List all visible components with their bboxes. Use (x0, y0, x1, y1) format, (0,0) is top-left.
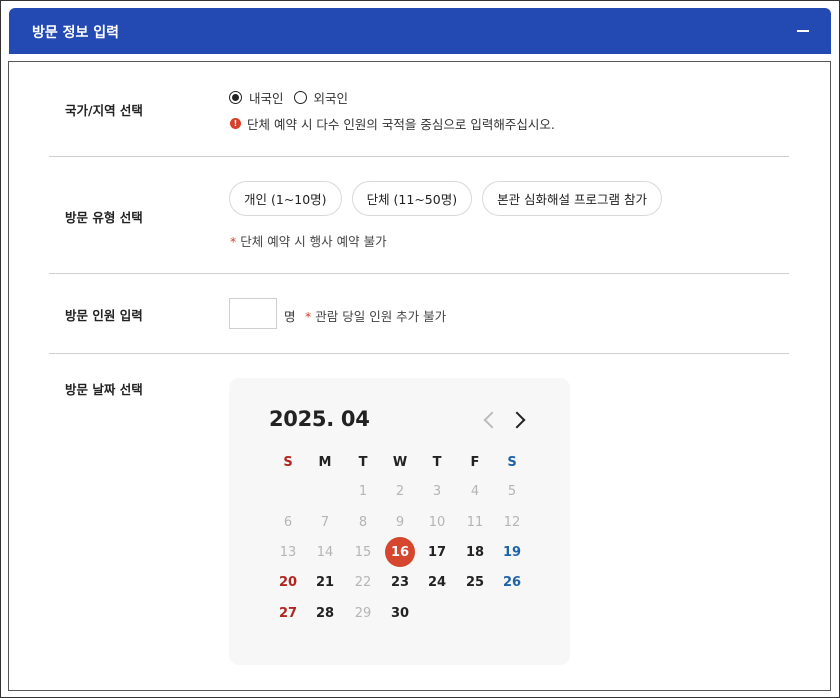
visit-info-form: 방문 정보 입력 국가/지역 선택 내국인 외국인 ! 단체 예약 시 다수 인… (0, 0, 840, 698)
calendar-day: 2 (395, 483, 405, 499)
section-header[interactable]: 방문 정보 입력 (9, 8, 831, 54)
info-icon: ! (230, 118, 241, 129)
visitor-count-note-text: 관람 당일 인원 추가 불가 (315, 309, 447, 324)
date-picker-calendar: 2025. 04 S M T W T F S 1 2 3 4 5 6 7 8 9 10 11 12 13 14 15 16 1… (229, 378, 570, 665)
visit-type-group-button[interactable]: 단체 (11~50명) (351, 181, 473, 216)
weekday-header: S (283, 454, 293, 470)
weekday-header: T (358, 454, 368, 470)
calendar-day[interactable]: 25 (460, 567, 490, 597)
calendar-day: 5 (507, 483, 517, 499)
required-asterisk: * (305, 309, 312, 324)
radio-domestic-label[interactable]: 내국인 (249, 88, 284, 107)
radio-foreign-label[interactable]: 외국인 (314, 88, 349, 107)
weekday-header: W (392, 454, 408, 470)
nationality-info: ! 단체 예약 시 다수 인원의 국적을 중심으로 입력해주십시오. (230, 114, 555, 133)
calendar-day: 3 (432, 483, 442, 499)
calendar-day: 9 (395, 514, 405, 530)
calendar-day: 7 (320, 514, 330, 530)
nationality-label: 국가/지역 선택 (65, 103, 143, 118)
calendar-day: 14 (316, 544, 334, 560)
divider (49, 273, 789, 274)
radio-foreign[interactable] (293, 91, 307, 104)
weekday-header: F (470, 454, 480, 470)
calendar-day-selected[interactable]: 16 (385, 537, 415, 567)
calendar-day[interactable]: 18 (460, 537, 490, 567)
calendar-day[interactable]: 24 (422, 567, 452, 597)
calendar-day[interactable]: 17 (422, 537, 452, 567)
visit-type-label: 방문 유형 선택 (65, 210, 143, 225)
calendar-day: 12 (503, 514, 521, 530)
nationality-info-text: 단체 예약 시 다수 인원의 국적을 중심으로 입력해주십시오. (247, 117, 555, 132)
calendar-day[interactable]: 27 (273, 598, 303, 628)
weekday-header: S (507, 454, 517, 470)
calendar-day[interactable]: 28 (310, 598, 340, 628)
prev-month-chevron-icon[interactable] (483, 411, 501, 429)
calendar-day: 10 (428, 514, 446, 530)
radio-domestic[interactable] (229, 91, 242, 104)
calendar-day: 4 (470, 483, 480, 499)
calendar-day[interactable]: 26 (497, 567, 527, 597)
calendar-day[interactable]: 20 (273, 567, 303, 597)
calendar-day: 29 (354, 605, 372, 621)
visit-type-program-button[interactable]: 본관 심화해설 프로그램 참가 (482, 181, 662, 216)
visitor-count-label: 방문 인원 입력 (65, 308, 143, 323)
visit-type-note: * 단체 예약 시 행사 예약 불가 (230, 231, 387, 250)
next-month-chevron-icon[interactable] (508, 411, 526, 429)
calendar-day: 15 (354, 544, 372, 560)
calendar-day: 1 (358, 483, 368, 499)
calendar-day: 6 (283, 514, 293, 530)
minus-icon[interactable] (797, 30, 809, 32)
visit-type-note-text: 단체 예약 시 행사 예약 불가 (240, 234, 387, 249)
section-title: 방문 정보 입력 (32, 25, 120, 41)
calendar-day: 13 (279, 544, 297, 560)
divider (49, 156, 789, 157)
calendar-day[interactable]: 21 (310, 567, 340, 597)
calendar-day: 22 (354, 574, 372, 590)
weekday-header: M (318, 454, 332, 470)
visitor-count-input[interactable] (229, 298, 277, 329)
visitor-unit: 명 (284, 309, 296, 324)
calendar-day[interactable]: 23 (385, 567, 415, 597)
calendar-day[interactable]: 30 (385, 598, 415, 628)
visit-type-options: 개인 (1~10명) 단체 (11~50명) 본관 심화해설 프로그램 참가 (229, 181, 662, 216)
visit-date-label: 방문 날짜 선택 (65, 382, 143, 397)
required-asterisk: * (230, 234, 237, 249)
divider (49, 353, 789, 354)
nationality-radio-group: 내국인 외국인 (229, 88, 358, 107)
visit-type-individual-button[interactable]: 개인 (1~10명) (229, 181, 342, 216)
calendar-day: 11 (466, 514, 484, 530)
calendar-day[interactable]: 19 (497, 537, 527, 567)
calendar-month-title: 2025. 04 (269, 407, 370, 431)
weekday-header: T (432, 454, 442, 470)
visitor-count-note: * 관람 당일 인원 추가 불가 (305, 306, 446, 325)
calendar-day: 8 (358, 514, 368, 530)
